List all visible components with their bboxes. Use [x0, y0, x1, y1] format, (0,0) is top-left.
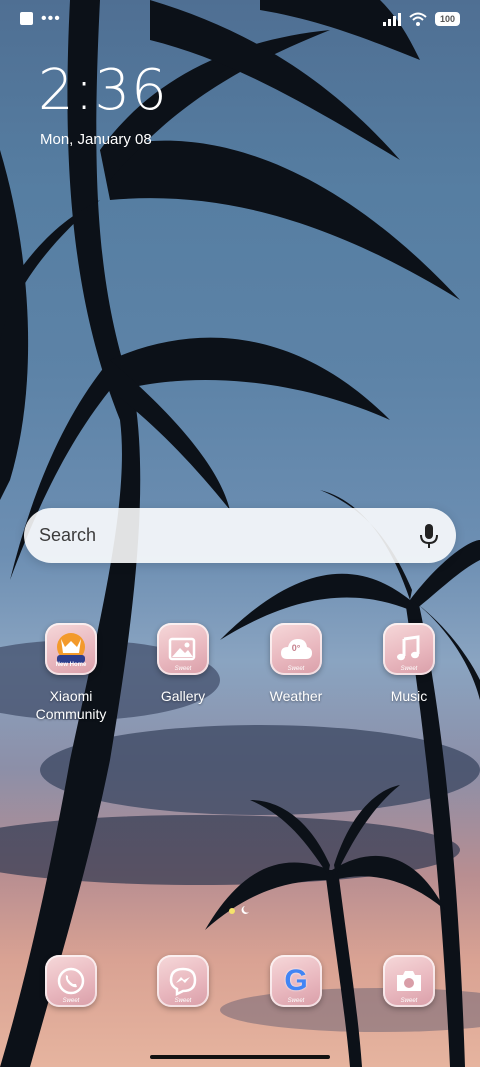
weather-temp: 0° [291, 643, 301, 653]
microphone-icon[interactable] [418, 522, 440, 550]
signal-icon [382, 12, 401, 26]
gallery-icon: Sweet [157, 623, 209, 675]
icon-badge-text: New Home [55, 662, 87, 668]
camera-icon: Sweet [383, 955, 435, 1007]
more-notifications-icon: ••• [41, 9, 61, 27]
dock-google[interactable]: G Sweet [241, 955, 351, 1007]
clock-time[interactable]: 2:36 [38, 58, 168, 123]
app-gallery[interactable]: Sweet Gallery [128, 623, 238, 705]
app-label: Weather [269, 688, 323, 704]
battery-icon: 100 [434, 12, 460, 26]
notification-icon [20, 12, 33, 25]
icon-badge-text: Sweet [287, 666, 305, 672]
google-icon: G Sweet [270, 955, 322, 1007]
app-label: Gallery [160, 688, 206, 704]
dock-messenger[interactable]: Sweet [128, 955, 238, 1007]
icon-badge-text: Sweet [174, 666, 192, 672]
search-placeholder: Search [39, 525, 97, 545]
dock-camera[interactable]: Sweet [354, 955, 464, 1007]
music-icon: Sweet [383, 623, 435, 675]
icon-badge-text: Sweet [287, 998, 305, 1004]
dock-phone[interactable]: Sweet [16, 955, 126, 1007]
weather-icon: 0° Sweet [270, 623, 322, 675]
icon-badge-text: Sweet [400, 998, 418, 1004]
app-xiaomi-community[interactable]: New Home Xiaomi Community [16, 623, 126, 723]
google-glyph: G [284, 964, 308, 997]
home-screen: ••• 100 2:36 Mon, January 08 Search New … [0, 0, 480, 1067]
app-label: Xiaomi Community [35, 688, 107, 722]
home-indicator[interactable] [150, 1055, 330, 1059]
search-bar[interactable]: Search [24, 508, 456, 563]
icon-badge-text: Sweet [174, 998, 192, 1004]
xiaomi-community-icon: New Home [45, 623, 97, 675]
status-bar: ••• 100 [0, 0, 480, 40]
wifi-icon [409, 12, 427, 26]
messenger-icon: Sweet [157, 955, 209, 1007]
clock-date: Mon, January 08 [40, 131, 152, 148]
phone-icon: Sweet [45, 955, 97, 1007]
icon-badge-text: Sweet [62, 998, 80, 1004]
app-weather[interactable]: 0° Sweet Weather [241, 623, 351, 705]
icon-badge-text: Sweet [400, 666, 418, 672]
app-label: Music [390, 688, 428, 704]
app-music[interactable]: Sweet Music [354, 623, 464, 705]
